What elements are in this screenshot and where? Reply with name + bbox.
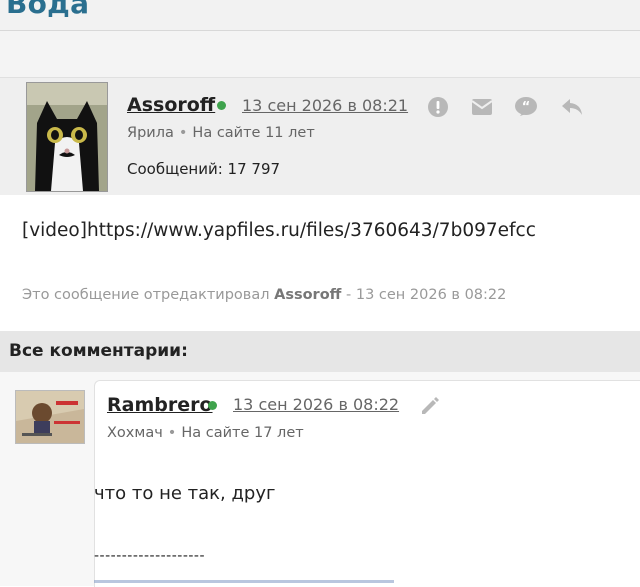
comments-header-title: Все комментарии: [9,341,188,361]
report-icon[interactable] [426,96,450,118]
post-body-text: [video]https://www.yapfiles.ru/files/376… [22,220,536,241]
message-icon[interactable] [470,96,494,118]
topic-title-bar: Вода [0,0,640,31]
comment-author-avatar[interactable] [15,390,85,444]
comment-text: что то не так, друг [94,483,276,504]
comments-header: Все комментарии: [0,331,640,372]
edited-note-date: - 13 сен 2026 в 08:22 [346,287,507,303]
comment-date[interactable]: 13 сен 2026 в 08:22 [233,395,399,414]
meta-separator: • [178,125,188,141]
comment-author-name[interactable]: Rambrero [107,394,213,416]
edited-note-author: Assoroff [274,287,342,303]
comment-online-status-indicator [208,401,217,410]
comment-author-tenure: На сайте 17 лет [181,425,304,441]
comment-author-meta: Хохмач • На сайте 17 лет [107,425,304,441]
post-author-meta: Ярила • На сайте 11 лет [127,125,315,141]
edited-note: Это сообщение отредактировал Assoroff - … [22,287,506,303]
svg-text:“: “ [522,100,531,115]
post-gap [0,31,640,77]
post-author-tenure: На сайте 11 лет [192,125,315,141]
comment-signature-link-partial [94,580,394,583]
reply-icon[interactable] [560,96,584,118]
pencil-icon[interactable] [418,394,442,416]
topic-title: Вода [6,0,90,20]
post-author-name[interactable]: Assoroff [127,94,215,116]
post-author-message-count: Сообщений: 17 797 [127,160,281,178]
post-date[interactable]: 13 сен 2026 в 08:21 [242,96,408,115]
cat-avatar-image [27,83,107,191]
comment-signature-separator: -------------------- [94,548,206,564]
post-author-avatar[interactable] [26,82,108,192]
meta-separator: • [167,425,177,441]
post-author-rank: Ярила [127,125,174,141]
comment-author-rank: Хохмач [107,425,163,441]
edited-note-prefix: Это сообщение отредактировал [22,287,270,303]
comment-avatar-image [16,391,84,443]
quote-icon[interactable]: “ [514,96,538,118]
online-status-indicator [217,101,226,110]
